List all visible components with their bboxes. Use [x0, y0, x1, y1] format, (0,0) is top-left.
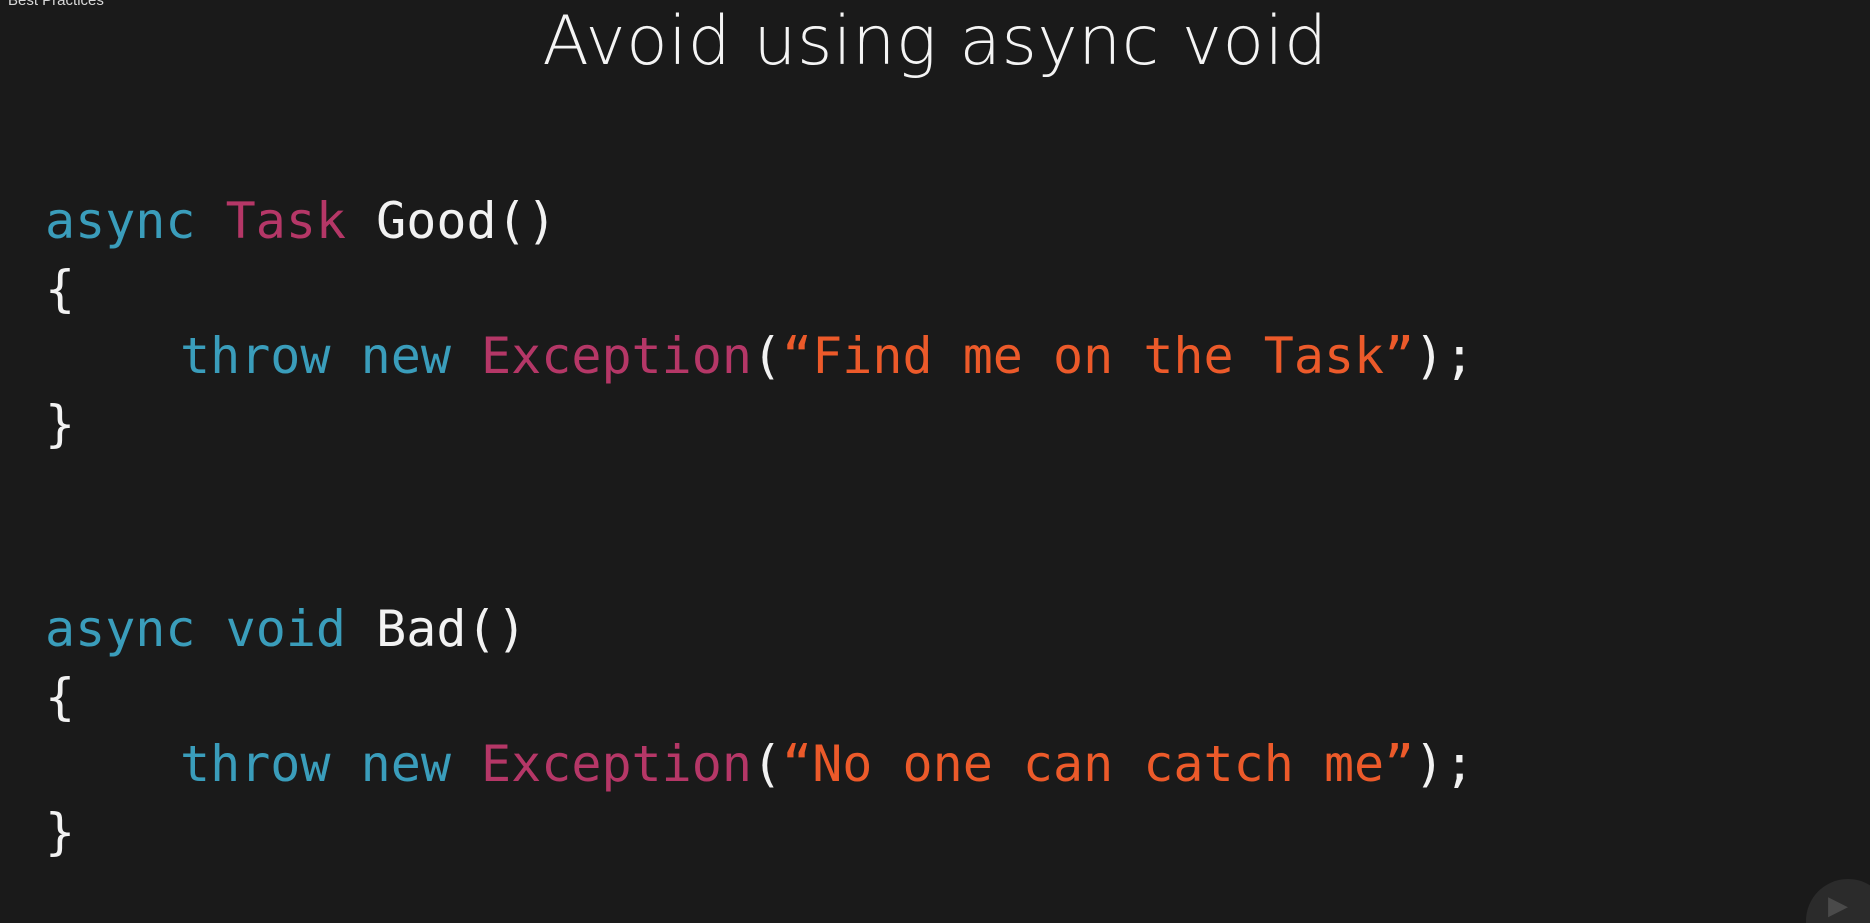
throw-line-bad: throw new Exception(“No one can catch me… — [180, 739, 1474, 789]
close-brace-line: } — [45, 803, 76, 861]
void-keyword: void — [225, 600, 347, 658]
signature-line-good: async Task Good() — [45, 196, 557, 246]
open-brace-line: { — [45, 260, 76, 318]
open-paren: ( — [751, 327, 783, 385]
new-keyword: new — [360, 735, 451, 793]
close-paren: ); — [1414, 327, 1475, 385]
async-keyword: async — [45, 600, 196, 658]
slide-title: Avoid using async void — [542, 2, 1328, 81]
exception-type: Exception — [481, 327, 752, 385]
exception-message: “Find me on the Task” — [782, 327, 1415, 385]
signature-line-bad: async void Bad() — [45, 604, 527, 654]
open-brace-line: { — [45, 668, 76, 726]
method-name: Good() — [376, 192, 557, 250]
exception-type: Exception — [481, 735, 752, 793]
task-type: Task — [225, 192, 347, 250]
throw-line-good: throw new Exception(“Find me on the Task… — [180, 331, 1474, 381]
throw-keyword: throw — [180, 327, 331, 385]
close-paren: ); — [1414, 735, 1475, 793]
method-name: Bad() — [376, 600, 527, 658]
new-keyword: new — [360, 327, 451, 385]
exception-message: “No one can catch me” — [782, 735, 1415, 793]
throw-keyword: throw — [180, 735, 331, 793]
player-logo-icon[interactable]: ▶ — [1806, 879, 1870, 923]
open-paren: ( — [751, 735, 783, 793]
close-brace-line: } — [45, 395, 76, 453]
play-icon: ▶ — [1828, 891, 1848, 921]
async-keyword: async — [45, 192, 196, 250]
